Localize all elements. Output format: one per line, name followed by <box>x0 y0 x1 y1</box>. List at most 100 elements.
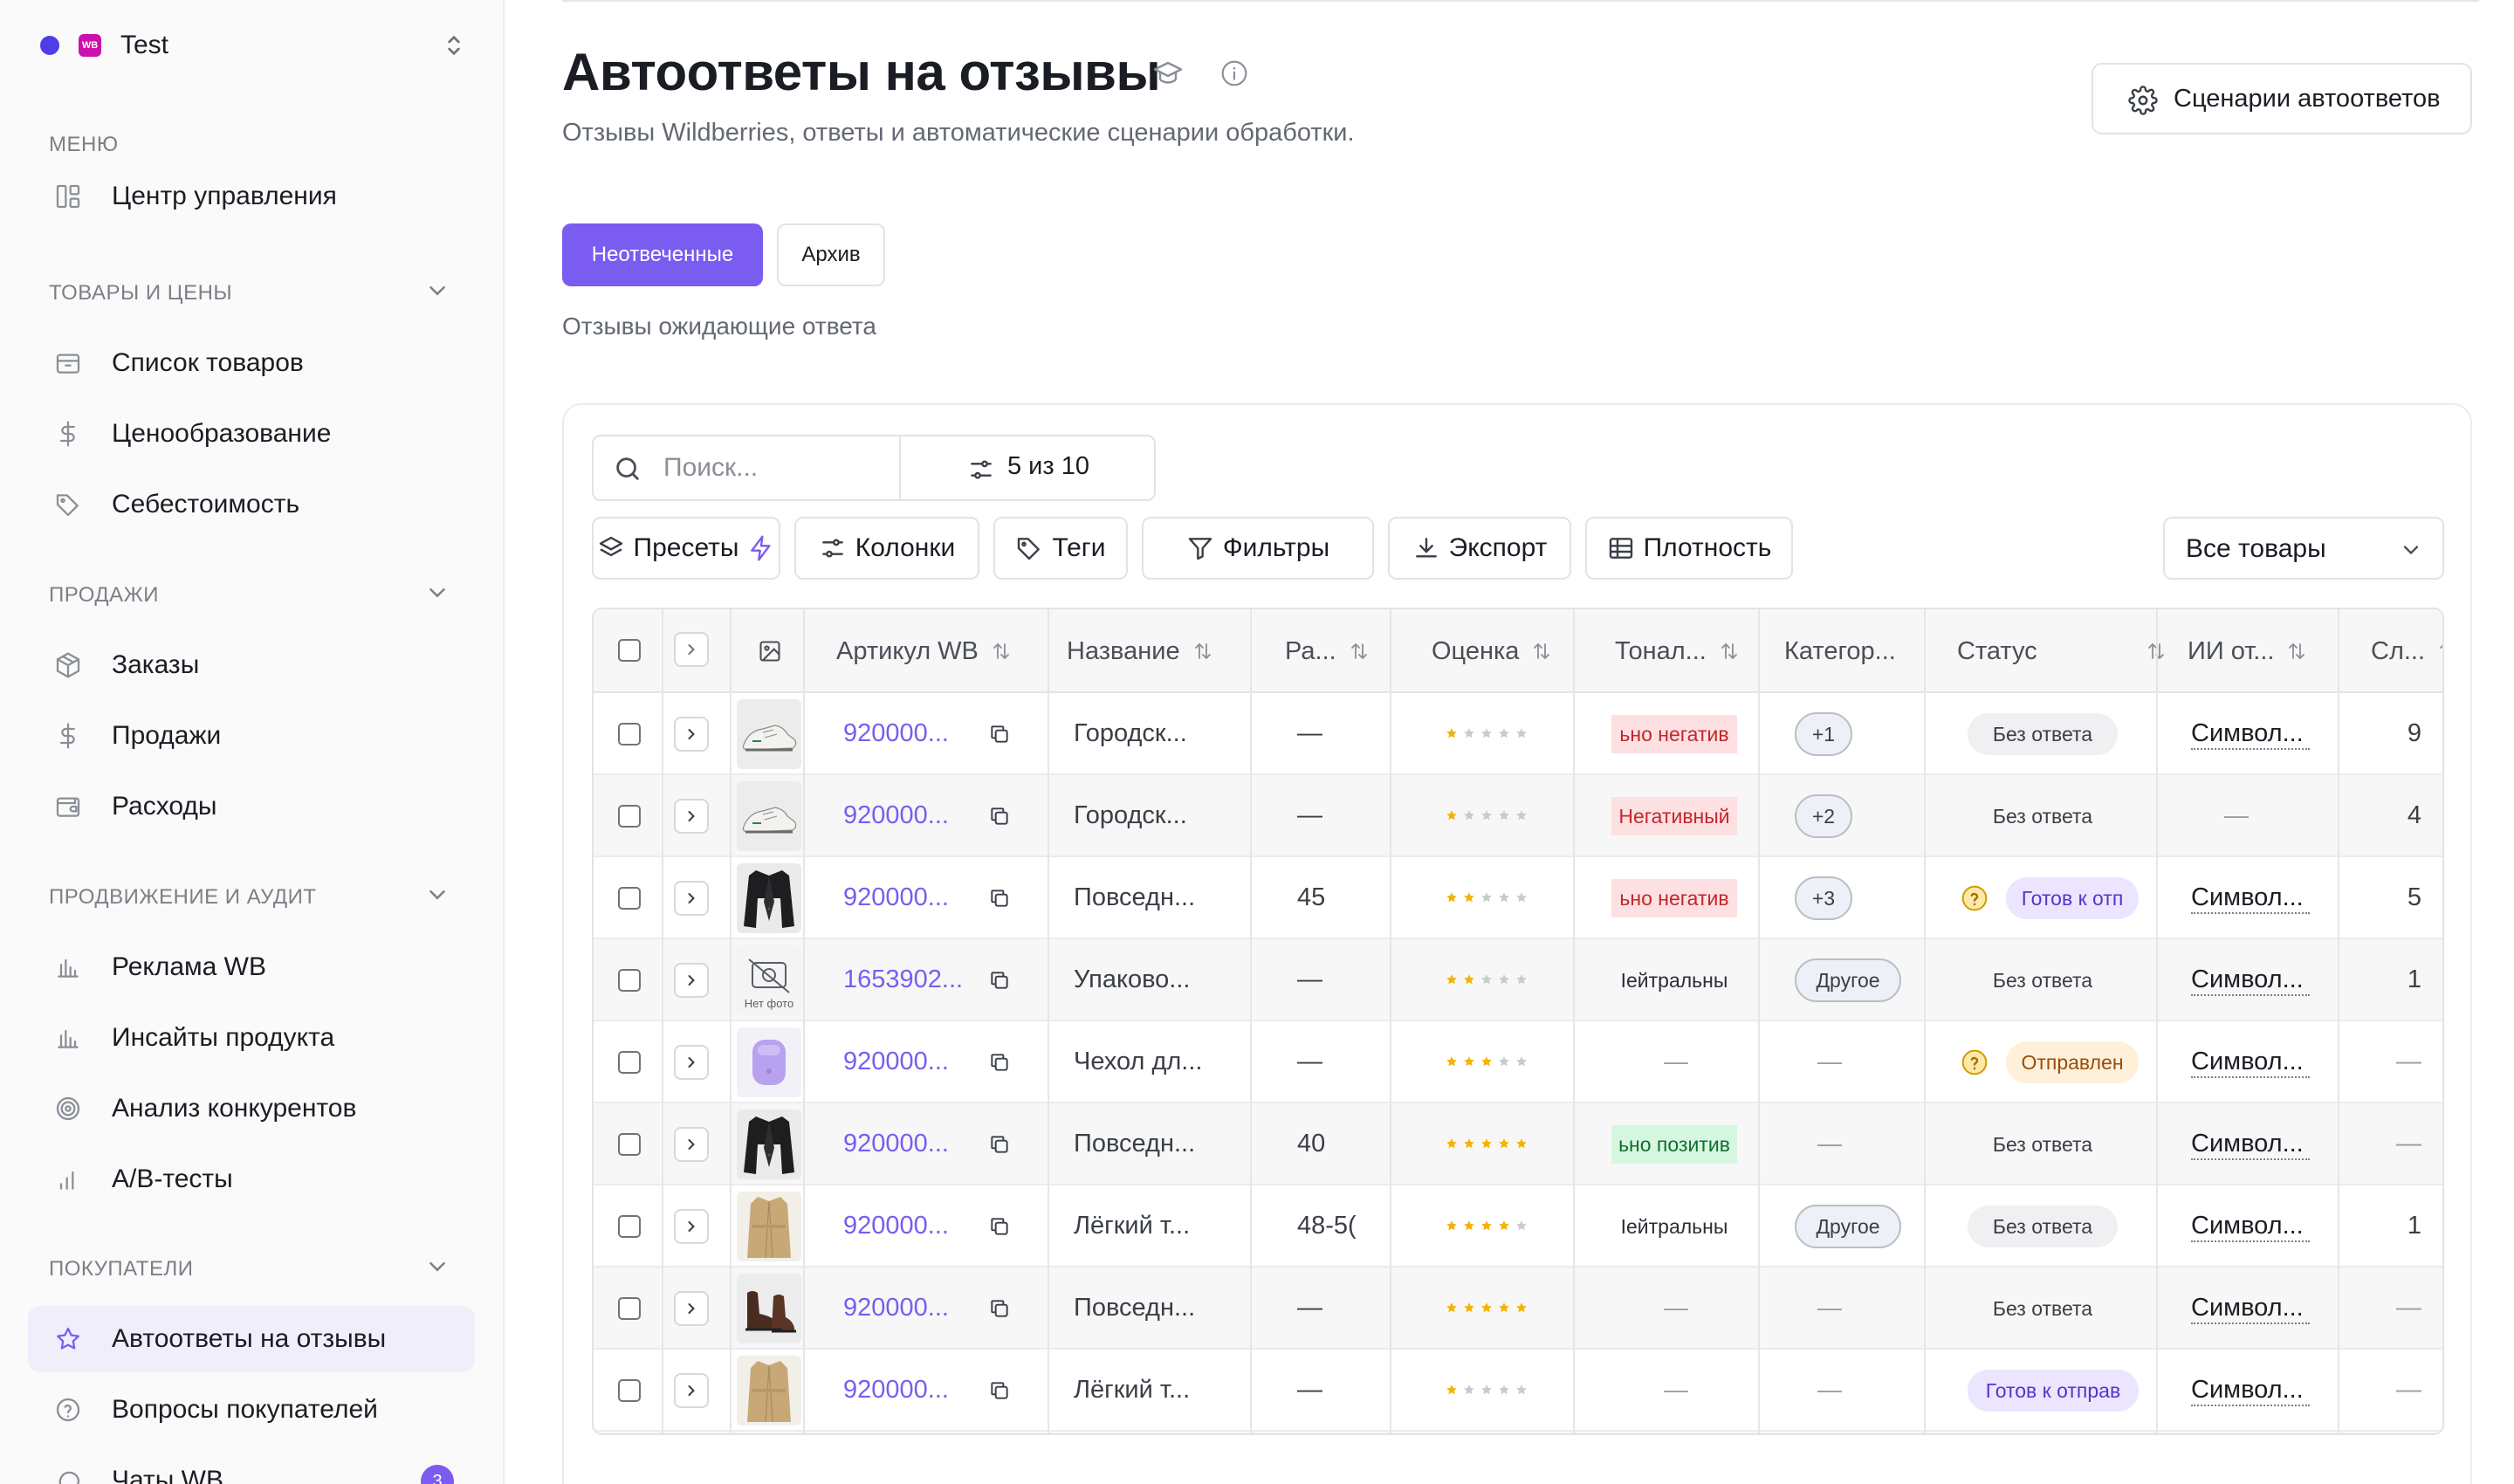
column-header-sentiment[interactable]: Тонал... <box>1615 609 1740 693</box>
copy-icon[interactable] <box>988 1051 1011 1074</box>
sidebar-item-sales-0[interactable]: Заказы <box>28 632 475 698</box>
workspace-switcher[interactable]: WB Test <box>40 26 468 65</box>
sidebar-item-products-prices-0[interactable]: Список товаров <box>28 330 475 396</box>
column-header-category[interactable]: Категор... <box>1784 609 1896 693</box>
product-sku-link[interactable]: 920000... <box>843 1294 965 1323</box>
row-checkbox[interactable] <box>618 723 641 745</box>
sidebar-item-promotion-audit-2[interactable]: Анализ конкурентов <box>28 1075 475 1142</box>
copy-icon[interactable] <box>988 805 1011 828</box>
category-chip[interactable]: +3 <box>1795 876 1852 920</box>
export-button[interactable]: Экспорт <box>1388 517 1571 580</box>
column-header-rating[interactable]: Оценка <box>1432 609 1552 693</box>
product-sku-link[interactable]: 920000... <box>843 1376 965 1405</box>
sidebar-item-promotion-audit-0[interactable]: Реклама WB <box>28 934 475 1000</box>
copy-icon[interactable] <box>988 1215 1011 1238</box>
category-chip[interactable]: +2 <box>1795 794 1852 838</box>
tab-unanswered[interactable]: Неотвеченные <box>562 223 763 286</box>
chevron-down-icon[interactable] <box>424 882 450 908</box>
search-input[interactable] <box>663 450 873 485</box>
product-sku-link[interactable]: 920000... <box>843 883 965 912</box>
expand-row-button[interactable] <box>674 799 709 834</box>
column-header-size[interactable]: Ра... <box>1285 609 1370 693</box>
sidebar-item-sales-2[interactable]: Расходы <box>28 773 475 840</box>
row-checkbox[interactable] <box>618 1051 641 1074</box>
ai-reply-link[interactable]: Символ... <box>2191 1211 2310 1242</box>
expand-row-button[interactable] <box>674 1209 709 1244</box>
table-row[interactable]: 920000... Чехол дл... — — — Отправлен Символ..… <box>594 1021 2442 1103</box>
sliders-icon[interactable] <box>967 456 995 484</box>
expand-row-button[interactable] <box>674 963 709 998</box>
table-row[interactable]: 920000... Лёгкий т... — — — Готов к отправ Сим… <box>594 1350 2442 1432</box>
copy-icon[interactable] <box>988 723 1011 745</box>
table-row[interactable]: 920000... Городск... — ьно негатив +1 Без отв… <box>594 693 2442 775</box>
select-all-checkbox[interactable] <box>618 639 641 662</box>
column-header-ai-reply[interactable]: ИИ от... <box>2188 609 2307 693</box>
row-checkbox[interactable] <box>618 1379 641 1402</box>
table-row[interactable]: 920000... Повседн... 40 ьно позитив — Без отв… <box>594 1103 2442 1185</box>
product-sku-link[interactable]: 920000... <box>843 1130 965 1158</box>
table-row[interactable]: 920000... Городск... — Негативный +2 Без отве… <box>594 775 2442 857</box>
column-header-status[interactable]: Статус <box>1957 609 2167 693</box>
table-row[interactable]: 920000... Повседн... — — — Без ответа Символ..… <box>594 1268 2442 1350</box>
expand-row-button[interactable] <box>674 1291 709 1326</box>
expand-row-button[interactable] <box>674 881 709 916</box>
copy-icon[interactable] <box>988 887 1011 910</box>
expand-all-button[interactable] <box>674 632 709 667</box>
column-header-name[interactable]: Название <box>1067 609 1213 693</box>
ai-reply-link[interactable]: Символ... <box>2191 965 2310 996</box>
sidebar-item-customers-1[interactable]: Вопросы покупателей <box>28 1377 475 1443</box>
ai-reply-link[interactable]: Символ... <box>2191 718 2310 750</box>
table-row[interactable]: 920000...Городск...———Без ответа—— <box>594 1432 2442 1433</box>
expand-row-button[interactable] <box>674 717 709 752</box>
row-checkbox[interactable] <box>618 805 641 828</box>
tags-button[interactable]: Теги <box>993 517 1128 580</box>
product-filter-select[interactable]: Все товары <box>2163 517 2444 580</box>
column-header-words[interactable]: Сл... <box>2371 609 2442 693</box>
product-sku-link[interactable]: 920000... <box>843 801 965 830</box>
row-checkbox[interactable] <box>618 1297 641 1320</box>
expand-row-button[interactable] <box>674 1045 709 1080</box>
sidebar-item-sales-1[interactable]: Продажи <box>28 703 475 769</box>
table-row[interactable]: 920000... Лёгкий т... 48-5(Iейтральны Друго… <box>594 1185 2442 1268</box>
table-row[interactable]: Нет фото 1653902... Упаково... — Iейтральны Д… <box>594 939 2442 1021</box>
product-sku-link[interactable]: 920000... <box>843 719 965 748</box>
chevron-down-icon[interactable] <box>424 580 450 606</box>
copy-icon[interactable] <box>988 1297 1011 1320</box>
ai-reply-link[interactable]: Символ... <box>2191 883 2310 914</box>
product-sku-link[interactable]: 920000... <box>843 1212 965 1240</box>
category-chip[interactable]: Другое <box>1795 958 1901 1002</box>
chevron-down-icon[interactable] <box>424 278 450 304</box>
sidebar-item-promotion-audit-1[interactable]: Инсайты продукта <box>28 1005 475 1071</box>
graduation-cap-icon[interactable] <box>1152 58 1184 89</box>
row-checkbox[interactable] <box>618 1133 641 1156</box>
expand-row-button[interactable] <box>674 1127 709 1162</box>
visible-columns-count[interactable]: 5 из 10 <box>1007 452 1089 481</box>
sidebar-item-customers-2[interactable]: Чаты WB 3 <box>28 1447 475 1484</box>
ai-reply-link[interactable]: Символ... <box>2191 1129 2310 1160</box>
table-row[interactable]: 920000... Повседн... 45 ьно негатив +3 Готов … <box>594 857 2442 939</box>
copy-icon[interactable] <box>988 969 1011 992</box>
sidebar-item-customers-0[interactable]: Автоответы на отзывы <box>28 1306 475 1372</box>
copy-icon[interactable] <box>988 1133 1011 1156</box>
row-checkbox[interactable] <box>618 887 641 910</box>
sidebar-item-products-prices-1[interactable]: Ценообразование <box>28 401 475 467</box>
density-button[interactable]: Плотность <box>1585 517 1793 580</box>
presets-button[interactable]: Пресеты <box>592 517 780 580</box>
tab-archive[interactable]: Архив <box>777 223 885 286</box>
columns-button[interactable]: Колонки <box>794 517 979 580</box>
filters-button[interactable]: Фильтры <box>1142 517 1374 580</box>
ai-reply-link[interactable]: Символ... <box>2191 1047 2310 1078</box>
chevron-down-icon[interactable] <box>424 1254 450 1280</box>
category-chip[interactable]: +1 <box>1795 712 1852 756</box>
column-header-sku[interactable]: Артикул WB <box>836 609 1012 693</box>
product-sku-link[interactable]: 920000... <box>843 1048 965 1076</box>
sidebar-item-products-prices-2[interactable]: Себестоимость <box>28 471 475 538</box>
autoreply-scenarios-button[interactable]: Сценарии автоответов <box>2092 63 2472 134</box>
category-chip[interactable]: Другое <box>1795 1205 1901 1248</box>
row-checkbox[interactable] <box>618 1215 641 1238</box>
ai-reply-link[interactable]: Символ... <box>2191 1293 2310 1324</box>
sidebar-item-menu-0[interactable]: Центр управления <box>28 163 475 230</box>
info-icon[interactable] <box>1220 59 1248 87</box>
product-sku-link[interactable]: 1653902... <box>843 965 965 994</box>
row-checkbox[interactable] <box>618 969 641 992</box>
